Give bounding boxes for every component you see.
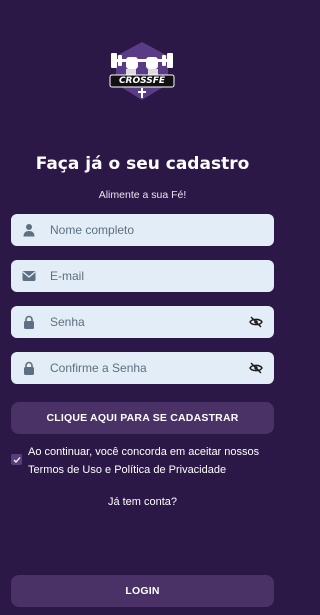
terms-text: Ao continuar, você concorda em aceitar n… bbox=[28, 443, 259, 479]
login-prompt[interactable]: Já tem conta? bbox=[0, 496, 285, 508]
password-input-placeholder: Senha bbox=[50, 315, 85, 329]
eye-off-icon[interactable] bbox=[247, 359, 265, 377]
terms-checkbox[interactable] bbox=[11, 454, 22, 465]
mail-icon bbox=[20, 267, 38, 285]
email-input-placeholder: E-mail bbox=[50, 269, 85, 283]
name-input-placeholder: Nome completo bbox=[50, 223, 135, 237]
login-button[interactable]: LOGIN bbox=[11, 575, 274, 607]
page-subtitle: Alimente a sua Fé! bbox=[98, 189, 187, 201]
check-icon bbox=[13, 456, 20, 463]
lock-icon bbox=[20, 359, 38, 377]
email-field[interactable]: E-mail bbox=[11, 260, 274, 292]
confirm-password-field[interactable]: Confirme a Senha bbox=[11, 352, 274, 384]
password-field[interactable]: Senha bbox=[11, 306, 274, 338]
terms-line-1: Ao continuar, você concorda em aceitar n… bbox=[28, 446, 260, 458]
crossfe-logo: CROSSFÉ bbox=[108, 40, 176, 104]
name-field[interactable]: Nome completo bbox=[11, 214, 274, 246]
confirm-password-input-placeholder: Confirme a Senha bbox=[50, 361, 147, 375]
logo-text: CROSSFÉ bbox=[118, 76, 166, 86]
lock-icon bbox=[20, 313, 38, 331]
register-button[interactable]: CLIQUE AQUI PARA SE CADASTRAR bbox=[11, 402, 274, 434]
eye-off-icon[interactable] bbox=[247, 313, 265, 331]
terms-consent: Ao continuar, você concorda em aceitar n… bbox=[11, 443, 276, 479]
page-title: Faça já o seu cadastro bbox=[35, 154, 250, 174]
user-icon bbox=[20, 221, 38, 239]
terms-line-2[interactable]: Termos de Uso e Política de Privacidade bbox=[28, 461, 259, 479]
